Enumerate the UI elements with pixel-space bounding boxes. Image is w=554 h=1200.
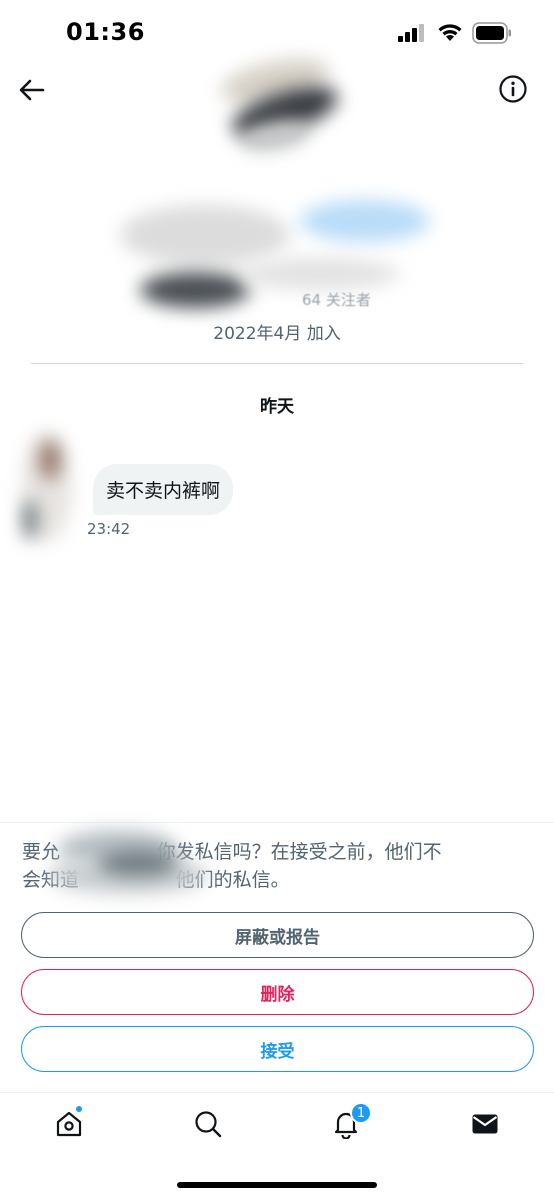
status-time: 01:36 [66,18,145,46]
back-button[interactable] [14,72,50,108]
home-unread-dot [75,1105,83,1113]
home-icon [56,1111,82,1137]
cellular-signal-icon [398,24,424,42]
sender-avatar-redacted[interactable] [18,430,78,550]
message-text: 卖不卖内裤啊 [106,480,221,502]
profile-name-redacted [120,205,290,265]
tab-home[interactable] [49,1104,89,1144]
wifi-icon [438,24,462,41]
conversation-info-button[interactable] [496,72,530,106]
home-indicator[interactable] [177,1182,377,1188]
envelope-icon [472,1114,498,1134]
divider [31,363,523,364]
profile-handle-redacted [300,200,430,242]
request-divider [0,822,554,823]
block-or-report-button[interactable]: 屏蔽或报告 [21,912,534,958]
info-circle-icon [499,75,527,103]
profile-avatar-redacted[interactable] [210,50,350,162]
tab-search[interactable] [188,1104,228,1144]
arrow-left-icon [19,79,45,101]
search-icon [195,1111,222,1138]
tab-messages[interactable] [465,1104,505,1144]
battery-icon [472,22,511,44]
notifications-badge: 1 [350,1102,372,1124]
accept-button[interactable]: 接受 [21,1026,534,1072]
profile-redaction-light [240,258,400,290]
profile-redaction-dark [140,272,250,308]
profile-join-date: 2022年4月 加入 [213,324,341,344]
profile-follow-stats: 64 关注者 [302,291,371,309]
tabbar-divider [0,1092,554,1093]
request-username-redacted [38,826,218,910]
message-bubble[interactable]: 卖不卖内裤啊 [93,464,234,515]
date-header: 昨天 [260,397,294,417]
delete-button[interactable]: 删除 [21,969,534,1015]
message-timestamp: 23:42 [87,520,131,538]
